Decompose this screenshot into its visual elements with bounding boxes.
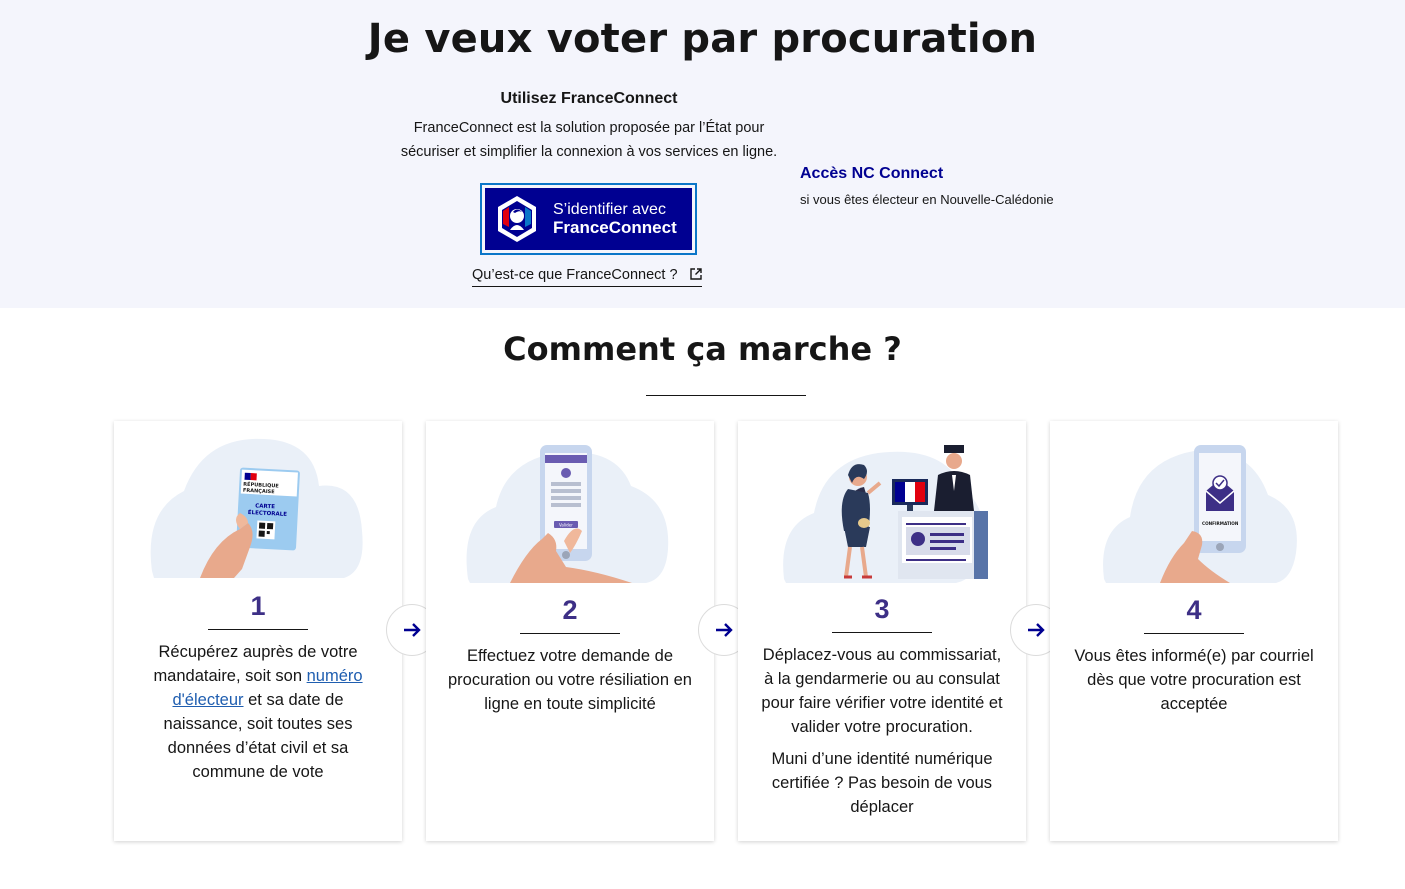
franceconnect-button-line1: S’identifier avec xyxy=(553,201,666,218)
what-is-franceconnect-link[interactable]: Qu’est-ce que FranceConnect ? xyxy=(472,267,702,287)
arrow-right-icon xyxy=(716,623,733,637)
step-card-2: Valider 2 Effectuez votre demande de pro… xyxy=(426,421,714,841)
franceconnect-button-frame: S’identifier avec FranceConnect xyxy=(480,183,697,255)
franceconnect-button-line2: FranceConnect xyxy=(553,218,677,237)
step-text-secondary: Muni d’une identité numérique certifiée … xyxy=(771,750,993,816)
top-section: Je veux voter par procuration Utilisez F… xyxy=(0,0,1405,308)
title-divider xyxy=(646,395,806,396)
page-title: Je veux voter par procuration xyxy=(367,16,1038,62)
step-card-4: CONFIRMATION 4 Vous êtes informé(e) par … xyxy=(1050,421,1338,841)
step-number: 2 xyxy=(562,595,578,625)
arrow-right-icon xyxy=(404,623,421,637)
step-card-1: RÉPUBLIQUE FRANÇAISE CARTE ÉLECTORALE 1 … xyxy=(114,421,402,841)
franceconnect-heading: Utilisez FranceConnect xyxy=(500,90,678,107)
step-number-divider xyxy=(520,633,620,634)
phone-confirmation-illustration: CONFIRMATION xyxy=(1103,445,1297,583)
phone-validate-label: Valider xyxy=(559,523,573,528)
voter-card-label-3: CARTE xyxy=(255,503,275,510)
police-desk-illustration xyxy=(783,445,988,583)
franceconnect-button[interactable]: S’identifier avec FranceConnect xyxy=(485,188,692,250)
how-it-works-title: Comment ça marche ? xyxy=(503,330,902,368)
step-text: Vous êtes informé(e) par courriel dès qu… xyxy=(1074,647,1314,713)
step-number-divider xyxy=(208,629,308,630)
external-link-icon xyxy=(689,268,702,280)
step-text: Déplacez-vous au commissariat, à la gend… xyxy=(761,646,1003,736)
step-number: 1 xyxy=(250,591,266,621)
marianne-logo-icon xyxy=(498,196,536,242)
step-card-3: 3 Déplacez-vous au commissariat, à la ge… xyxy=(738,421,1026,841)
nc-connect-subtitle: si vous êtes électeur en Nouvelle-Calédo… xyxy=(800,192,1054,207)
franceconnect-description-line1: FranceConnect est la solution proposée p… xyxy=(413,120,765,136)
nc-connect-block: Accès NC Connect si vous êtes électeur e… xyxy=(800,165,1054,209)
step-number: 3 xyxy=(874,594,890,624)
what-is-franceconnect-label: Qu’est-ce que FranceConnect ? xyxy=(472,267,678,283)
nc-connect-link[interactable]: Accès NC Connect xyxy=(800,165,1054,183)
franceconnect-description-line2: sécuriser et simplifier la connexion à v… xyxy=(400,144,778,160)
voter-card-illustration: RÉPUBLIQUE FRANÇAISE CARTE ÉLECTORALE xyxy=(150,438,363,578)
franceconnect-description: FranceConnect est la solution proposée p… xyxy=(380,116,798,164)
step-number: 4 xyxy=(1186,595,1202,625)
step-number-divider xyxy=(1144,633,1244,634)
step-text: Récupérez auprès de votre mandataire, so… xyxy=(134,640,382,784)
arrow-right-icon xyxy=(1028,623,1045,637)
step-number-divider xyxy=(832,632,932,633)
step-text: Effectuez votre demande de procuration o… xyxy=(448,647,692,713)
phone-confirmation-label: CONFIRMATION xyxy=(1202,521,1239,526)
franceconnect-button-label: S’identifier avec FranceConnect xyxy=(553,201,677,237)
franceconnect-block: Utilisez FranceConnect FranceConnect est… xyxy=(380,90,798,164)
phone-form-illustration: Valider xyxy=(466,445,669,583)
